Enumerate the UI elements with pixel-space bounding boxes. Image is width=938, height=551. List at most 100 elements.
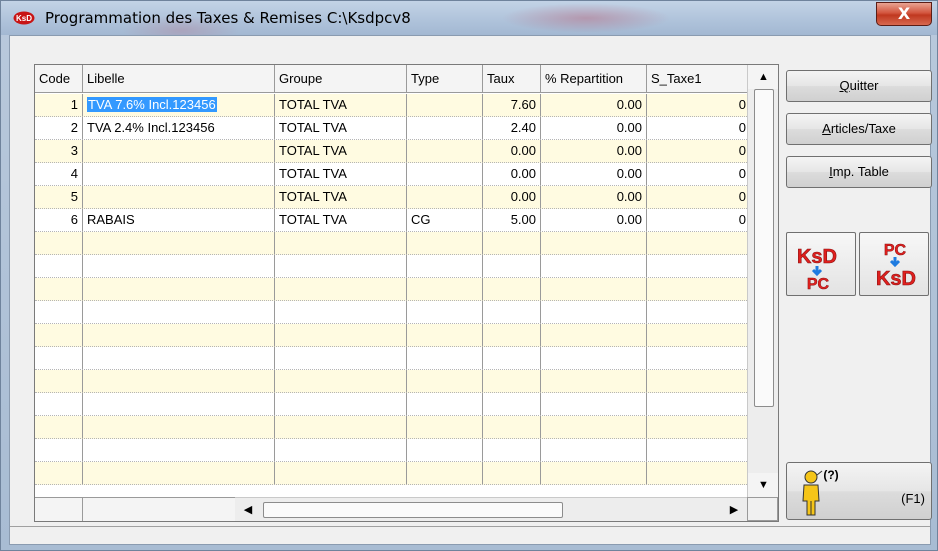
cell-type[interactable] (407, 255, 483, 277)
cell-repartition[interactable]: 0.00 (541, 140, 647, 162)
cell-type[interactable] (407, 462, 483, 484)
cell-taux[interactable] (483, 278, 541, 300)
cell-s-taxe1[interactable] (647, 393, 751, 415)
cell-s-taxe1[interactable]: 0 (647, 209, 751, 231)
cell-code[interactable]: 1 (35, 94, 83, 116)
cell-type[interactable] (407, 94, 483, 116)
cell-code[interactable] (35, 416, 83, 438)
cell-s-taxe1[interactable] (647, 255, 751, 277)
cell-s-taxe1[interactable] (647, 416, 751, 438)
cell-libelle[interactable] (83, 255, 275, 277)
app-icon[interactable]: KsD (13, 11, 35, 25)
cell-code[interactable]: 2 (35, 117, 83, 139)
vertical-scrollbar[interactable]: ▲ ▼ (747, 65, 778, 497)
cell-groupe[interactable] (275, 347, 407, 369)
cell-taux[interactable] (483, 255, 541, 277)
cell-s-taxe1[interactable]: 0 (647, 163, 751, 185)
cell-groupe[interactable] (275, 278, 407, 300)
horizontal-scrollbar[interactable]: ◀ ▶ (235, 497, 747, 521)
cell-groupe[interactable]: TOTAL TVA (275, 163, 407, 185)
cell-code[interactable] (35, 278, 83, 300)
table-row[interactable]: 6 RABAIS TOTAL TVA CG 5.00 0.00 0 (35, 209, 751, 232)
cell-groupe[interactable] (275, 416, 407, 438)
cell-repartition[interactable]: 0.00 (541, 163, 647, 185)
cell-libelle[interactable] (83, 439, 275, 461)
cell-taux[interactable]: 5.00 (483, 209, 541, 231)
cell-groupe[interactable]: TOTAL TVA (275, 140, 407, 162)
cell-libelle[interactable] (83, 186, 275, 208)
cell-code[interactable]: 4 (35, 163, 83, 185)
cell-type[interactable] (407, 117, 483, 139)
cell-taux[interactable] (483, 439, 541, 461)
cell-taux[interactable] (483, 462, 541, 484)
cell-type[interactable] (407, 163, 483, 185)
cell-type[interactable] (407, 347, 483, 369)
cell-type[interactable] (407, 393, 483, 415)
cell-groupe[interactable]: TOTAL TVA (275, 186, 407, 208)
pc-to-ksd-button[interactable]: PC KsD (859, 232, 929, 296)
cell-taux[interactable] (483, 232, 541, 254)
vertical-scroll-thumb[interactable] (754, 89, 774, 407)
cell-taux[interactable] (483, 416, 541, 438)
cell-groupe[interactable] (275, 255, 407, 277)
cell-type[interactable] (407, 186, 483, 208)
table-row[interactable] (35, 393, 751, 416)
cell-type[interactable] (407, 301, 483, 323)
cell-s-taxe1[interactable]: 0 (647, 140, 751, 162)
horizontal-scroll-thumb[interactable] (263, 502, 563, 518)
table-row[interactable]: 1 TVA 7.6% Incl.123456 TOTAL TVA 7.60 0.00 0 (35, 94, 751, 117)
table-row[interactable] (35, 278, 751, 301)
cell-groupe[interactable] (275, 232, 407, 254)
cell-type[interactable] (407, 140, 483, 162)
cell-s-taxe1[interactable] (647, 462, 751, 484)
cell-taux[interactable] (483, 393, 541, 415)
cell-taux[interactable]: 2.40 (483, 117, 541, 139)
cell-groupe[interactable] (275, 462, 407, 484)
cell-taux[interactable]: 0.00 (483, 186, 541, 208)
cell-groupe[interactable] (275, 301, 407, 323)
cell-code[interactable] (35, 370, 83, 392)
scroll-up-arrow-icon[interactable]: ▲ (748, 65, 778, 89)
column-header-groupe[interactable]: Groupe (275, 65, 407, 93)
cell-type[interactable] (407, 278, 483, 300)
cell-taux[interactable] (483, 347, 541, 369)
table-row[interactable] (35, 232, 751, 255)
cell-type[interactable]: CG (407, 209, 483, 231)
cell-groupe[interactable]: TOTAL TVA (275, 209, 407, 231)
column-header-libelle[interactable]: Libelle (83, 65, 275, 93)
column-header-type[interactable]: Type (407, 65, 483, 93)
table-row[interactable] (35, 255, 751, 278)
cell-libelle[interactable]: TVA 2.4% Incl.123456 (83, 117, 275, 139)
cell-repartition[interactable]: 0.00 (541, 117, 647, 139)
cell-type[interactable] (407, 439, 483, 461)
table-row[interactable] (35, 301, 751, 324)
table-row[interactable] (35, 324, 751, 347)
cell-taux[interactable]: 7.60 (483, 94, 541, 116)
help-button[interactable]: (?) (F1) (786, 462, 932, 520)
cell-taux[interactable] (483, 370, 541, 392)
table-row[interactable]: 3 TOTAL TVA 0.00 0.00 0 (35, 140, 751, 163)
ksd-to-pc-button[interactable]: KsD PC (786, 232, 856, 296)
cell-repartition[interactable] (541, 439, 647, 461)
cell-libelle[interactable] (83, 370, 275, 392)
cell-repartition[interactable] (541, 462, 647, 484)
cell-repartition[interactable]: 0.00 (541, 209, 647, 231)
cell-code[interactable] (35, 393, 83, 415)
cell-type[interactable] (407, 232, 483, 254)
table-row[interactable] (35, 370, 751, 393)
cell-repartition[interactable] (541, 347, 647, 369)
cell-type[interactable] (407, 416, 483, 438)
cell-groupe[interactable] (275, 439, 407, 461)
table-row[interactable] (35, 416, 751, 439)
articles-taxe-button[interactable]: Articles/Taxe (786, 113, 932, 145)
cell-groupe[interactable] (275, 393, 407, 415)
column-header-repartition[interactable]: % Repartition (541, 65, 647, 93)
cell-code[interactable] (35, 255, 83, 277)
scroll-down-arrow-icon[interactable]: ▼ (748, 473, 778, 497)
cell-s-taxe1[interactable] (647, 324, 751, 346)
cell-s-taxe1[interactable]: 0 (647, 117, 751, 139)
column-header-s-taxe1[interactable]: S_Taxe1 (647, 65, 751, 93)
cell-code[interactable]: 6 (35, 209, 83, 231)
cell-repartition[interactable] (541, 255, 647, 277)
table-row[interactable]: 2 TVA 2.4% Incl.123456 TOTAL TVA 2.40 0.00 0 (35, 117, 751, 140)
